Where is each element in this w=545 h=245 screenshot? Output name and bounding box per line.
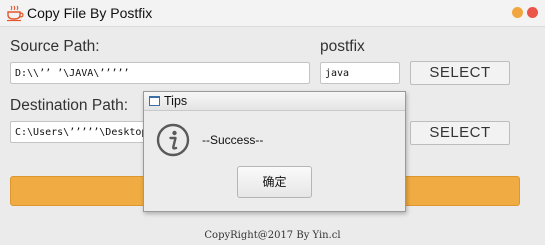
source-path-input[interactable]: D:\\’’ ’\JAVA\’’’’’ [10,62,310,84]
copyright-footer: CopyRight@2017 By Yin.cl [204,230,341,241]
source-path-label: Source Path: [10,38,100,55]
window-icon [149,96,160,106]
ok-button[interactable]: 确定 [237,166,312,198]
info-icon [156,123,190,157]
postfix-input[interactable]: java [320,62,400,84]
dialog-title-bar: Tips [144,92,405,111]
postfix-label: postfix [320,38,365,55]
dialog-title: Tips [164,94,188,108]
coffee-cup-icon [7,5,24,22]
tips-dialog: Tips --Success-- 确定 [143,91,406,212]
dialog-message: --Success-- [202,133,264,147]
close-button[interactable] [527,7,538,18]
window-title: Copy File By Postfix [27,5,153,21]
minimize-button[interactable] [512,7,523,18]
destination-select-button[interactable]: SELECT [410,121,510,145]
destination-path-label: Destination Path: [10,97,129,114]
source-select-button[interactable]: SELECT [410,61,510,85]
title-bar: Copy File By Postfix [0,0,545,27]
